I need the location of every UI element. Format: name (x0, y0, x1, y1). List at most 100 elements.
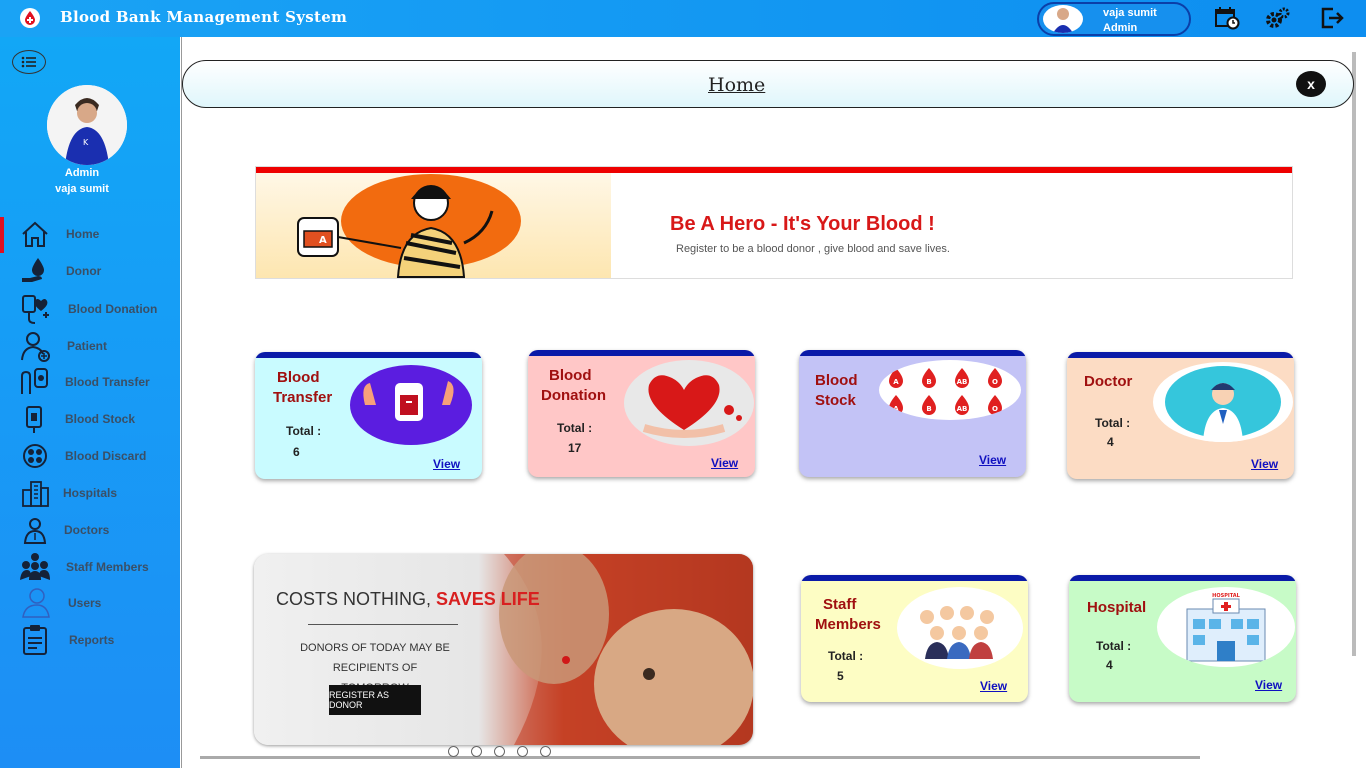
user-role: Admin (1103, 22, 1138, 34)
donor-icon (19, 256, 51, 286)
sidebar-item-reports[interactable]: Reports (0, 623, 180, 657)
doctor-card: Doctor Total : 4 View (1067, 352, 1294, 479)
settings-gears-icon[interactable] (1263, 5, 1291, 31)
blood-donation-card: Blood Donation Total : 17 View (528, 350, 755, 477)
card-title: Blood (815, 372, 858, 389)
profile-role: Admin (64, 167, 100, 179)
register-as-donor-button[interactable]: REGISTER AS DONOR (329, 685, 421, 715)
blood-group-label: O (992, 378, 998, 386)
page-title: Home (708, 74, 766, 96)
view-link[interactable]: View (433, 457, 460, 471)
card-total-value: 4 (1107, 435, 1114, 449)
sidebar-item-label: Blood Donation (68, 302, 158, 316)
view-link[interactable]: View (1255, 678, 1282, 692)
blood-group-label: AB (957, 405, 968, 413)
hospital-sign: HOSPITAL (1212, 593, 1240, 599)
card-top-band (528, 350, 755, 356)
card-top-band (1069, 575, 1296, 581)
staff-group-illustration (897, 587, 1023, 669)
card-title: Blood (549, 367, 592, 384)
vertical-scrollbar[interactable] (1352, 52, 1356, 656)
view-link[interactable]: View (980, 679, 1007, 693)
user-icon (19, 588, 51, 618)
blood-transfer-icon (19, 367, 51, 397)
staff-members-card: Staff Members Total : 5 View (801, 575, 1028, 702)
hospital-building-illustration: HOSPITAL (1157, 587, 1295, 667)
sidebar-item-label: Blood Stock (65, 412, 136, 426)
card-total-value: 4 (1106, 658, 1113, 672)
card-title: Members (815, 616, 881, 633)
slider-dot[interactable] (448, 746, 459, 757)
sidebar-item-hospitals[interactable]: Hospitals (0, 476, 180, 510)
menu-toggle-icon[interactable] (12, 50, 46, 74)
blood-group-label: A (893, 405, 899, 413)
banner-subtitle: Register to be a blood donor , give bloo… (676, 243, 950, 255)
sidebar-item-label: Blood Discard (65, 449, 147, 463)
slider-dot[interactable] (517, 746, 528, 757)
slider-dot[interactable] (471, 746, 482, 757)
sidebar-item-blood-donation[interactable]: Blood Donation (0, 292, 180, 326)
sidebar-item-blood-transfer[interactable]: Blood Transfer (0, 365, 180, 399)
sidebar-item-blood-discard[interactable]: Blood Discard (0, 439, 180, 473)
doctor-icon (19, 515, 51, 545)
hospital-card: Hospital Total : 4 View HOSPITAL (1069, 575, 1296, 702)
blood-group-label: A (893, 378, 899, 386)
view-link[interactable]: View (711, 456, 738, 470)
sidebar: K Admin vaja sumit Home Donor Blood Dona… (0, 37, 180, 768)
sidebar-item-users[interactable]: Users (0, 586, 180, 620)
promo-headline: COSTS NOTHING, SAVES LIFE (276, 589, 540, 610)
sidebar-item-label: Blood Transfer (65, 375, 150, 389)
horizontal-scrollbar[interactable] (200, 756, 1200, 759)
svg-text:K: K (83, 138, 89, 147)
calendar-clock-icon[interactable] (1213, 5, 1241, 31)
card-title: Staff (823, 596, 857, 613)
sidebar-item-home[interactable]: Home (0, 217, 180, 251)
user-profile-pill[interactable]: vaja sumit Admin (1037, 2, 1191, 36)
sidebar-item-label: Home (66, 227, 100, 241)
banner-title: Be A Hero - It's Your Blood ! (670, 213, 935, 235)
promo-headline-bold: SAVES LIFE (436, 589, 540, 609)
card-title: Doctor (1084, 373, 1133, 390)
close-button[interactable]: x (1296, 71, 1326, 97)
card-title: Donation (541, 387, 606, 404)
blood-group-label: O (992, 405, 998, 413)
blood-groups-illustration: A B AB O A B AB O (879, 360, 1021, 420)
card-total-label: Total : (286, 424, 322, 438)
card-top-band (1067, 352, 1294, 358)
sidebar-item-label: Staff Members (66, 560, 149, 574)
top-bar: Blood Bank Management System vaja sumit … (0, 0, 1366, 37)
sidebar-item-doctors[interactable]: Doctors (0, 513, 180, 547)
card-total-label: Total : (1096, 639, 1132, 653)
sidebar-item-blood-stock[interactable]: Blood Stock (0, 402, 180, 436)
view-link[interactable]: View (1251, 457, 1278, 471)
patient-icon (19, 331, 51, 362)
card-title: Stock (815, 392, 856, 409)
sidebar-item-label: Reports (69, 633, 115, 647)
card-total-value: 6 (293, 445, 300, 459)
report-icon (19, 625, 51, 655)
promo-headline-plain: COSTS NOTHING, (276, 589, 432, 609)
card-top-band (799, 350, 1026, 356)
profile-name: vaja sumit (55, 183, 109, 195)
card-top-band (255, 352, 482, 358)
logout-icon[interactable] (1318, 5, 1346, 31)
sidebar-item-patient[interactable]: Patient (0, 329, 180, 363)
card-total-value: 17 (568, 441, 582, 455)
home-icon (19, 219, 51, 249)
slider-dots (448, 744, 563, 762)
slider-dot[interactable] (494, 746, 505, 757)
user-name: vaja sumit (1103, 7, 1157, 19)
sidebar-item-donor[interactable]: Donor (0, 254, 180, 288)
sidebar-item-staff-members[interactable]: Staff Members (0, 550, 180, 584)
blood-stock-card: Blood Stock View A B AB O A B AB O (799, 350, 1026, 477)
slider-dot[interactable] (540, 746, 551, 757)
view-link[interactable]: View (979, 453, 1006, 467)
page-header (182, 60, 1354, 108)
staff-icon (19, 552, 51, 582)
blood-group-label: B (926, 405, 931, 413)
card-total-label: Total : (828, 649, 864, 663)
blood-group-label: AB (957, 378, 968, 386)
sidebar-item-label: Donor (66, 264, 102, 278)
blood-transfer-illustration (350, 365, 472, 445)
hospital-icon (19, 478, 51, 508)
